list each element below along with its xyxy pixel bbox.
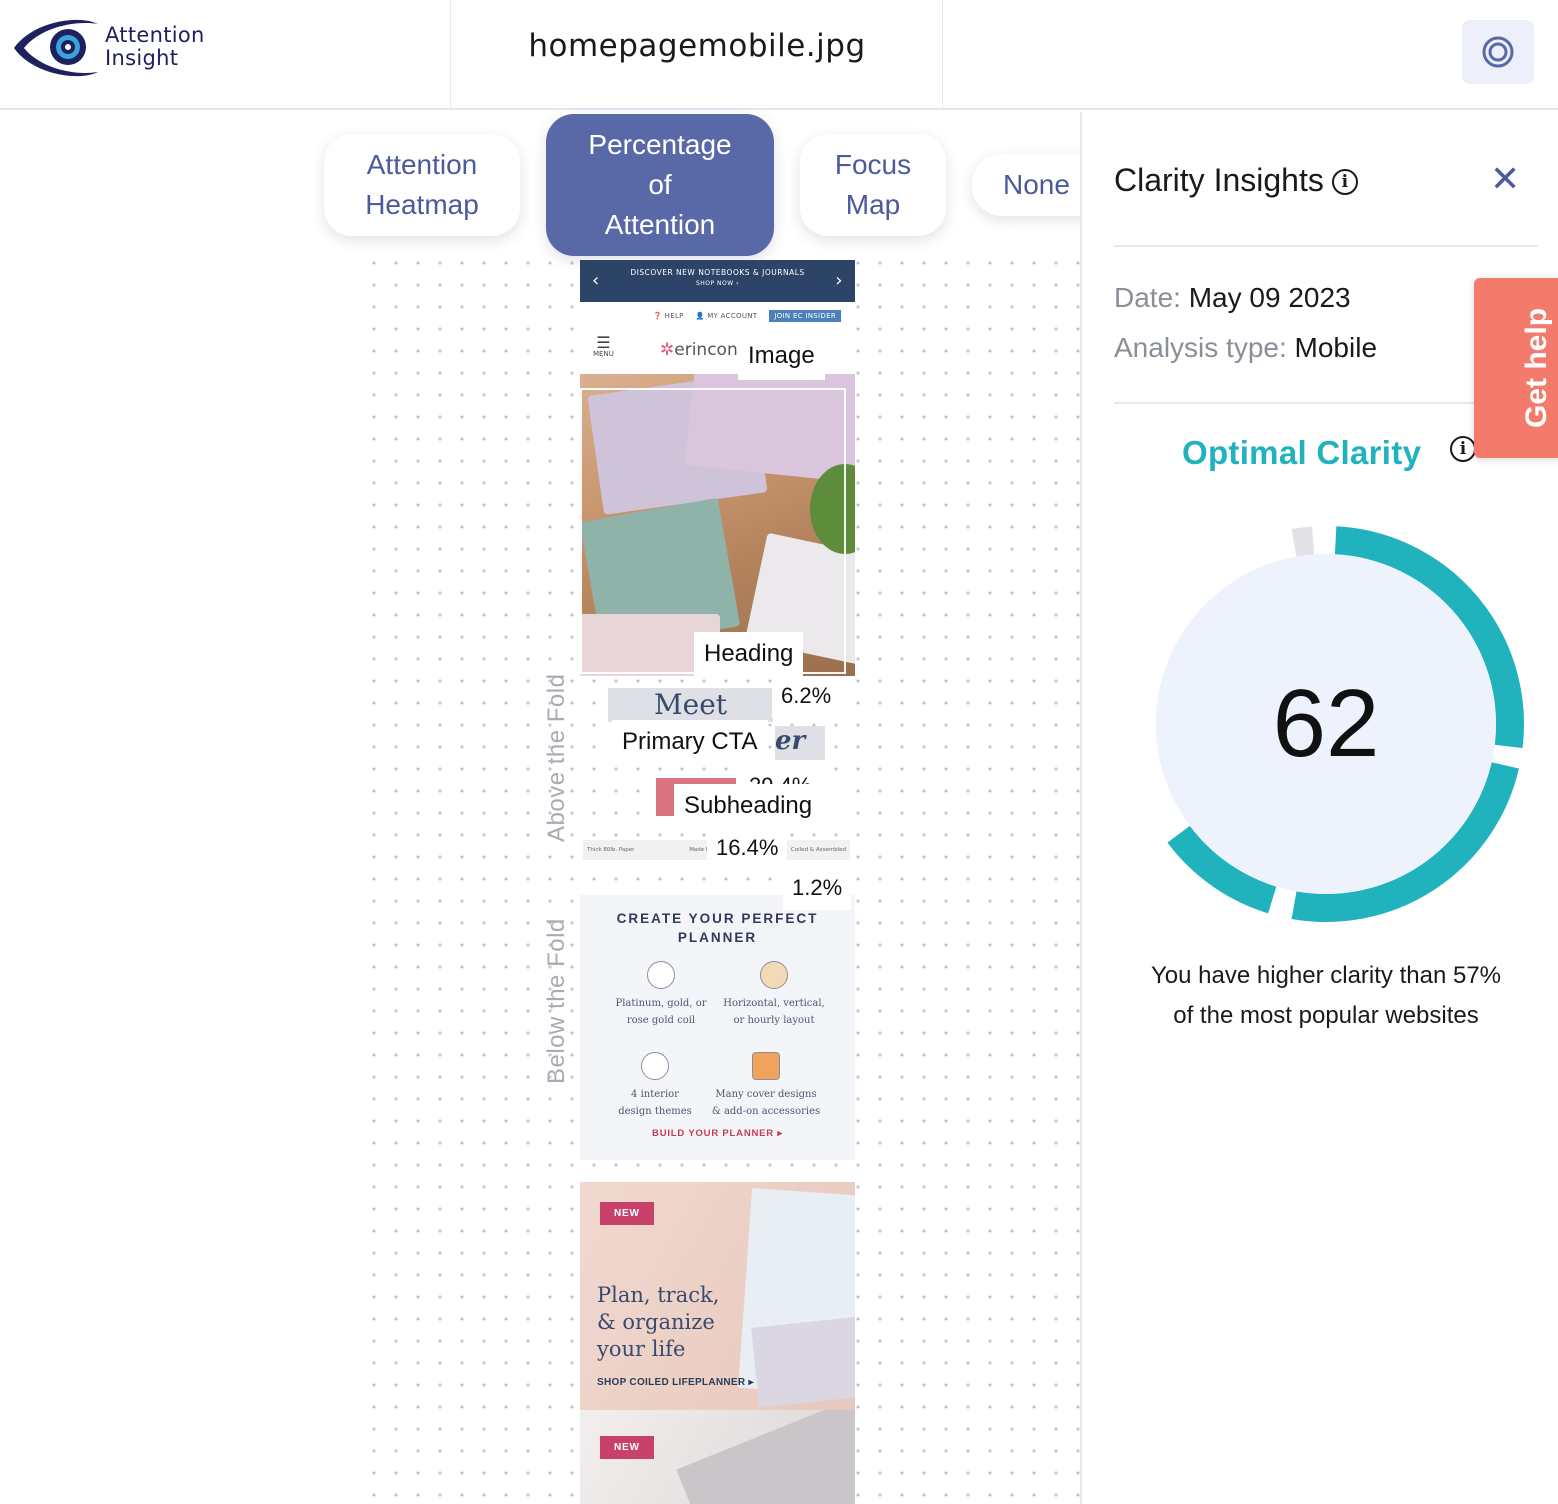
feature-layout: Horizontal, vertical, or hourly layout [714, 961, 834, 1029]
create-planner-section: CREATE YOUR PERFECT PLANNER Platinum, gol… [580, 895, 855, 1160]
above-fold-label: Above the Fold [543, 674, 571, 842]
description-line: of the most popular websites [1173, 1002, 1479, 1029]
divider [1114, 245, 1538, 247]
promo-sub: SHOP NOW [695, 280, 734, 287]
file-name: homepagemobile.jpg [528, 28, 866, 64]
panel-title-text: Clarity Insights [1114, 162, 1324, 198]
description-line: You have higher clarity than 57% [1150, 962, 1501, 989]
clarity-description: You have higher clarity than 57% of the … [1114, 956, 1538, 1036]
cover-icon [752, 1052, 780, 1080]
clarity-score: 62 [1273, 670, 1380, 777]
info-icon[interactable]: i [1331, 169, 1358, 195]
heading-fragment: er [775, 726, 825, 760]
coil-icon [647, 961, 675, 989]
feature-coil: Platinum, gold, or rose gold coil [601, 961, 721, 1029]
target-icon [1482, 36, 1514, 68]
tab-percentage-of-attention[interactable]: Percentage of Attention [546, 114, 774, 256]
tab-attention-heatmap[interactable]: Attention Heatmap [324, 134, 520, 236]
section-title: CREATE YOUR PERFECT [616, 911, 819, 926]
notebook-image [676, 1410, 855, 1504]
site-brand: ✲erincon [660, 340, 738, 360]
meet-heading: Meet [608, 688, 773, 722]
aoi-heading-label[interactable]: Heading [694, 632, 804, 678]
themes-icon [641, 1052, 669, 1080]
menu-label: MENU [593, 350, 614, 358]
get-help-label: Get help [1520, 307, 1553, 428]
logo-text: Attention Insight [105, 24, 205, 70]
utility-nav: ❓ HELP 👤 MY ACCOUNT JOIN EC INSIDER [580, 302, 855, 330]
header-divider [450, 0, 451, 110]
layout-icon [760, 961, 788, 989]
promo-title: Plan, track, & organize your life [597, 1283, 720, 1361]
clarity-gauge: 62 [1156, 526, 1524, 922]
aoi-primary-cta-label[interactable]: Primary CTA [612, 720, 768, 766]
tab-label: None [1003, 169, 1070, 200]
date-value: May 09 2023 [1188, 282, 1351, 313]
panel-title: Clarity Insights i [1114, 162, 1358, 199]
aoi-subheading-percent: 16.4% [707, 828, 788, 870]
eye-logo-icon [14, 19, 98, 77]
tab-label: of [648, 169, 672, 200]
help-link: HELP [664, 312, 684, 320]
feature-covers: Many cover designs & add-on accessories [706, 1052, 826, 1120]
section-title: PLANNER [677, 930, 758, 945]
brand-text: erincon [674, 340, 738, 360]
top-bar: Attention Insight homepagemobile.jpg [0, 0, 1558, 110]
new-badge: NEW [600, 1202, 654, 1225]
tab-label: Map [845, 189, 901, 220]
tab-label: Focus [834, 149, 912, 180]
planner-image [751, 1316, 855, 1408]
promo-text: DISCOVER NEW NOTEBOOKS & JOURNALS [630, 268, 805, 277]
join-link: JOIN EC INSIDER [769, 310, 841, 322]
type-value: Mobile [1294, 332, 1378, 363]
lifeplanner-promo: NEW Plan, track, & organize your life SHOP… [580, 1182, 855, 1410]
menu-icon: ☰ MENU [593, 333, 614, 359]
header-divider [942, 0, 943, 110]
target-button[interactable] [1462, 20, 1534, 84]
tab-label: Attention [366, 149, 478, 180]
analysis-type: Analysis type: Mobile [1114, 332, 1377, 364]
chevron-right-icon: › [835, 270, 843, 291]
tab-focus-map[interactable]: Focus Map [800, 134, 946, 236]
tab-label: Percentage [588, 129, 732, 160]
tab-label: Attention [604, 209, 716, 240]
notebook-promo: NEW [580, 1410, 855, 1504]
type-label: Analysis type: [1114, 332, 1287, 363]
feature-themes: 4 interior design themes [595, 1052, 715, 1120]
promo-cta: SHOP COILED LIFEPLANNER ▸ [597, 1377, 754, 1388]
date-label: Date: [1114, 282, 1181, 313]
new-badge: NEW [600, 1436, 654, 1459]
aoi-subheading-label[interactable]: Subheading [674, 784, 850, 830]
aoi-heading-percent: 6.2% [772, 676, 841, 718]
logo-line-2: Insight [105, 46, 179, 70]
clarity-status: Optimal Clarity [1182, 434, 1422, 471]
tab-label: Heatmap [365, 189, 479, 220]
chevron-left-icon: ‹ [592, 270, 600, 291]
gauge-marker [1291, 526, 1315, 557]
aoi-strip-percent: 1.2% [783, 868, 852, 910]
aoi-image-label[interactable]: Image [738, 334, 825, 380]
build-planner-link: BUILD YOUR PLANNER ▸ [652, 1128, 783, 1139]
strip-text: Thick 80lb. Paper [587, 847, 635, 853]
below-fold-label: Below the Fold [543, 918, 571, 1084]
clarity-info-icon[interactable]: i [1450, 436, 1476, 462]
promo-bar: ‹ DISCOVER NEW NOTEBOOKS & JOURNALS SHOP… [580, 260, 855, 302]
strip-text: Coiled & Assembled [790, 847, 846, 853]
canvas-margin [0, 112, 363, 1504]
attention-insight-logo[interactable]: Attention Insight [10, 14, 210, 84]
analysis-date: Date: May 09 2023 [1114, 282, 1351, 314]
account-link: MY ACCOUNT [707, 312, 758, 320]
logo-line-1: Attention [105, 23, 205, 47]
get-help-button[interactable]: Get help [1474, 278, 1558, 458]
close-icon[interactable]: ✕ [1490, 160, 1520, 200]
